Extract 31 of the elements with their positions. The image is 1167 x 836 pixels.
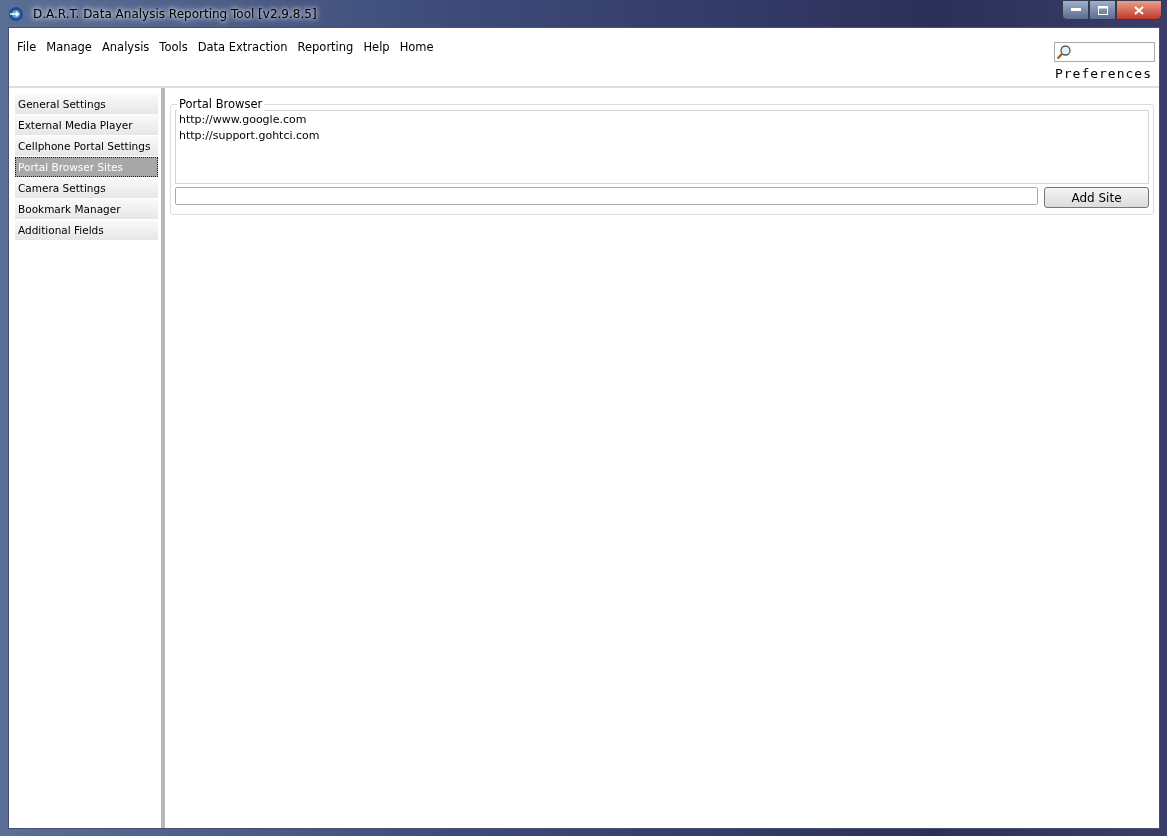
add-site-button[interactable]: Add Site bbox=[1044, 187, 1149, 208]
menu-item[interactable]: Tools bbox=[159, 40, 193, 62]
menu-item[interactable]: Data Extraction bbox=[197, 40, 293, 62]
sidebar-item[interactable]: External Media Player bbox=[15, 115, 158, 135]
maximize-button[interactable] bbox=[1089, 0, 1116, 20]
menu-item[interactable]: Manage bbox=[46, 40, 97, 62]
url-input-field[interactable] bbox=[175, 187, 1038, 205]
page-title: Preferences bbox=[1054, 66, 1152, 81]
minimize-button[interactable] bbox=[1062, 0, 1089, 20]
group-title: Portal Browser bbox=[177, 97, 265, 111]
menu-item[interactable]: Help bbox=[363, 40, 395, 62]
search-icon bbox=[1056, 44, 1072, 60]
window-title: D.A.R.T. Data Analysis Reporting Tool [v2.9.8.5] bbox=[33, 6, 317, 21]
app-icon bbox=[8, 5, 24, 22]
close-button[interactable] bbox=[1116, 0, 1162, 20]
sidebar-item[interactable]: Cellphone Portal Settings bbox=[15, 136, 158, 156]
sidebar-item[interactable]: Additional Fields bbox=[15, 220, 158, 240]
minimize-icon bbox=[1070, 8, 1081, 12]
site-list[interactable]: http://www.google.com http://support.gohtci.com bbox=[175, 110, 1149, 184]
menu-item[interactable]: Home bbox=[399, 40, 439, 62]
sidebar-item[interactable]: Bookmark Manager bbox=[15, 199, 158, 219]
search-field[interactable] bbox=[1054, 42, 1155, 62]
menu-item[interactable]: Analysis bbox=[101, 40, 155, 62]
maximize-icon bbox=[1097, 5, 1108, 15]
site-url[interactable]: http://support.gohtci.com bbox=[179, 128, 1145, 144]
sidebar-item[interactable]: Camera Settings bbox=[15, 178, 158, 198]
sidebar-item[interactable]: General Settings bbox=[15, 94, 158, 114]
menu-item[interactable]: Reporting bbox=[297, 40, 359, 62]
menu-item[interactable]: File bbox=[17, 40, 42, 62]
close-icon bbox=[1134, 5, 1144, 15]
site-url[interactable]: http://www.google.com bbox=[179, 112, 1145, 128]
